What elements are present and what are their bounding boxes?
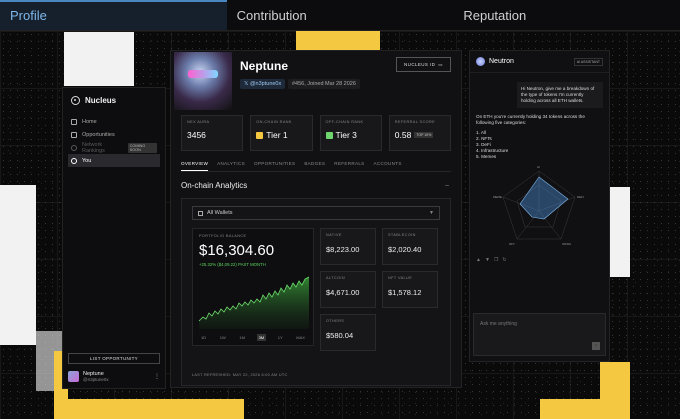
user-message: Hi Neutron, give me a breakdown of the t… bbox=[517, 82, 603, 108]
joined-info: #456, Joined Mar 28 2026 bbox=[288, 79, 360, 89]
chat-panel: Neutron AI ASSISTANT Hi Neutron, give me… bbox=[469, 50, 610, 362]
white-block bbox=[64, 32, 134, 86]
tier-badge-icon bbox=[256, 131, 264, 139]
white-block bbox=[610, 187, 630, 277]
tab-referrals[interactable]: REFERRALS bbox=[334, 161, 364, 171]
brand-name: Nucleus bbox=[85, 96, 117, 105]
radar-label-nft: NFT bbox=[509, 242, 515, 246]
ai-assistant-badge: AI ASSISTANT bbox=[573, 57, 603, 66]
yellow-block bbox=[296, 31, 380, 50]
balance-chart bbox=[198, 276, 310, 329]
yellow-block bbox=[54, 399, 244, 419]
stat-off-chain-rank: OFF-CHAIN RANK Tier 3 bbox=[319, 115, 382, 151]
stat-nex-aura: NEX AURA 3456 bbox=[181, 115, 244, 151]
sidebar-item-network-rankings: Network Rankings COMING SOON bbox=[63, 141, 165, 154]
range-1y[interactable]: 1Y bbox=[276, 334, 285, 341]
x-handle-link[interactable]: 𝕏 @n3ptune0x bbox=[240, 79, 286, 89]
profile-subtabs: OVERVIEW ANALYTICS OPPORTUNITIES BADGES … bbox=[181, 161, 451, 172]
range-max[interactable]: MAX bbox=[294, 334, 307, 341]
range-3m[interactable]: 3M bbox=[256, 334, 267, 341]
asset-breakdown: NATIVE $8,223.00 STABLECOIN $2,020.40 ALTC… bbox=[320, 228, 438, 351]
balance-change: +25.32% ($4,09.22) PAST MONTH bbox=[199, 262, 266, 267]
tab-profile[interactable]: Profile bbox=[0, 0, 227, 30]
collapse-icon[interactable]: – bbox=[445, 182, 449, 189]
wallet-select[interactable]: All Wallets ▼ bbox=[192, 206, 440, 220]
top-tab-bar: Profile Contribution Reputation bbox=[0, 0, 680, 31]
stat-referral-score: REFERRAL SCORE 0.58 TOP 10% bbox=[388, 115, 451, 151]
balance-value: $16,304.60 bbox=[199, 242, 275, 259]
asset-others: OTHERS $580.04 bbox=[320, 314, 376, 351]
stat-on-chain-rank: ON-CHAIN RANK Tier 1 bbox=[250, 115, 313, 151]
last-refreshed: LAST REFRESHED: MAY 22, 2026 6:00 AM UTC bbox=[192, 373, 288, 377]
brand[interactable]: Nucleus bbox=[63, 88, 165, 115]
tab-overview[interactable]: OVERVIEW bbox=[181, 161, 209, 171]
stats-row: NEX AURA 3456 ON-CHAIN RANK Tier 1 OFF-C… bbox=[181, 115, 451, 151]
wallet-icon bbox=[198, 210, 203, 216]
tab-contribution[interactable]: Contribution bbox=[227, 0, 454, 30]
nucleus-logo-icon bbox=[71, 96, 80, 105]
balance-label: PORTFOLIO BALANCE bbox=[199, 234, 247, 238]
token-radar-chart: AI DEFI INFRA NFT MEME bbox=[493, 165, 584, 246]
thumbs-up-icon[interactable]: ▲ bbox=[476, 257, 481, 263]
coming-soon-badge: COMING SOON bbox=[127, 142, 157, 153]
refresh-icon[interactable]: ↻ bbox=[502, 257, 506, 263]
chat-input[interactable]: Ask me anything ↑ bbox=[473, 313, 606, 356]
sidebar-item-opportunities[interactable]: Opportunities bbox=[63, 128, 165, 141]
send-icon[interactable]: ↑ bbox=[592, 342, 600, 350]
range-1w[interactable]: 1W bbox=[218, 334, 228, 341]
chat-header: Neutron AI ASSISTANT bbox=[470, 51, 609, 73]
sidebar-item-you[interactable]: You bbox=[68, 154, 160, 167]
radar-label-defi: DEFI bbox=[577, 195, 584, 199]
avatar bbox=[68, 370, 79, 382]
asset-stablecoin: STABLECOIN $2,020.40 bbox=[382, 228, 438, 265]
profile-header: Neptune 𝕏 @n3ptune0x #456, Joined Mar 28… bbox=[171, 51, 461, 111]
tab-badges[interactable]: BADGES bbox=[304, 161, 325, 171]
message-actions: ▲ ▼ ❐ ↻ bbox=[476, 257, 507, 263]
yellow-block bbox=[540, 399, 630, 419]
radar-label-meme: MEME bbox=[493, 195, 502, 199]
analytics-card: All Wallets ▼ PORTFOLIO BALANCE $16,304.… bbox=[181, 198, 451, 386]
tab-accounts[interactable]: ACCOUNTS bbox=[374, 161, 402, 171]
tier-badge-icon bbox=[325, 131, 333, 139]
neutron-avatar-icon bbox=[476, 57, 485, 66]
range-selector: 1D 1W 1M 3M 1Y MAX bbox=[199, 334, 307, 341]
asset-native: NATIVE $8,223.00 bbox=[320, 228, 376, 265]
profile-avatar bbox=[174, 52, 232, 110]
heart-icon bbox=[71, 144, 77, 151]
grid-icon bbox=[71, 131, 77, 138]
white-block bbox=[0, 185, 36, 345]
portfolio-balance-card: PORTFOLIO BALANCE $16,304.60 +25.32% ($4… bbox=[192, 228, 314, 346]
thumbs-down-icon[interactable]: ▼ bbox=[485, 257, 490, 263]
top-percent-badge: TOP 10% bbox=[414, 132, 434, 138]
assistant-message: On ETH you're currently holding 34 token… bbox=[476, 114, 604, 160]
sidebar-user[interactable]: Neptune @n3ptune0x ⋮ bbox=[68, 367, 160, 385]
copy-icon[interactable]: ❐ bbox=[494, 257, 498, 263]
sidebar-user-handle: @n3ptune0x bbox=[83, 376, 109, 382]
id-card-icon: ▭ bbox=[438, 61, 443, 67]
asset-nft-value: NFT VALUE $1,578.12 bbox=[382, 271, 438, 308]
sidebar: Nucleus Home Opportunities Network Ranki… bbox=[62, 87, 166, 389]
tab-reputation[interactable]: Reputation bbox=[453, 0, 680, 30]
home-icon bbox=[71, 118, 77, 125]
tab-analytics[interactable]: ANALYTICS bbox=[217, 161, 245, 171]
chat-title: Neutron bbox=[489, 58, 514, 65]
sidebar-item-home[interactable]: Home bbox=[63, 115, 165, 128]
radar-label-infra: INFRA bbox=[562, 242, 571, 246]
chat-input-placeholder: Ask me anything bbox=[480, 321, 517, 327]
chevron-down-icon: ▼ bbox=[429, 210, 434, 216]
list-opportunity-button[interactable]: LIST OPPORTUNITY bbox=[68, 353, 160, 364]
profile-panel: Neptune 𝕏 @n3ptune0x #456, Joined Mar 28… bbox=[170, 50, 462, 388]
nucleus-id-button[interactable]: NUCLEUS ID ▭ bbox=[396, 57, 451, 72]
radar-label-ai: AI bbox=[537, 165, 540, 169]
range-1m[interactable]: 1M bbox=[237, 334, 247, 341]
more-options-icon[interactable]: ⋮ bbox=[154, 373, 160, 380]
profile-name: Neptune bbox=[240, 59, 288, 73]
section-title: On-chain Analytics bbox=[181, 181, 248, 190]
tab-opportunities[interactable]: OPPORTUNITIES bbox=[254, 161, 295, 171]
user-icon bbox=[71, 157, 77, 164]
asset-altcoin: ALTCOIN $4,671.00 bbox=[320, 271, 376, 308]
range-1d[interactable]: 1D bbox=[199, 334, 208, 341]
